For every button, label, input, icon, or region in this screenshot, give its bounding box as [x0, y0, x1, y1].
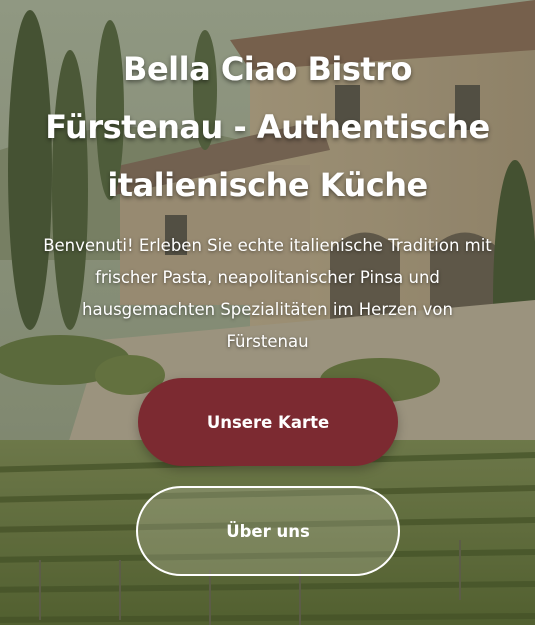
- hero-content: Bella Ciao Bistro Fürstenau - Authentisc…: [0, 0, 535, 625]
- menu-button[interactable]: Unsere Karte: [138, 378, 398, 466]
- about-us-button[interactable]: Über uns: [136, 486, 400, 576]
- hero-section: Bella Ciao Bistro Fürstenau - Authentisc…: [0, 0, 535, 625]
- hero-title: Bella Ciao Bistro Fürstenau - Authentisc…: [45, 50, 490, 204]
- hero-subtitle: Benvenuti! Erleben Sie echte italienisch…: [43, 236, 492, 351]
